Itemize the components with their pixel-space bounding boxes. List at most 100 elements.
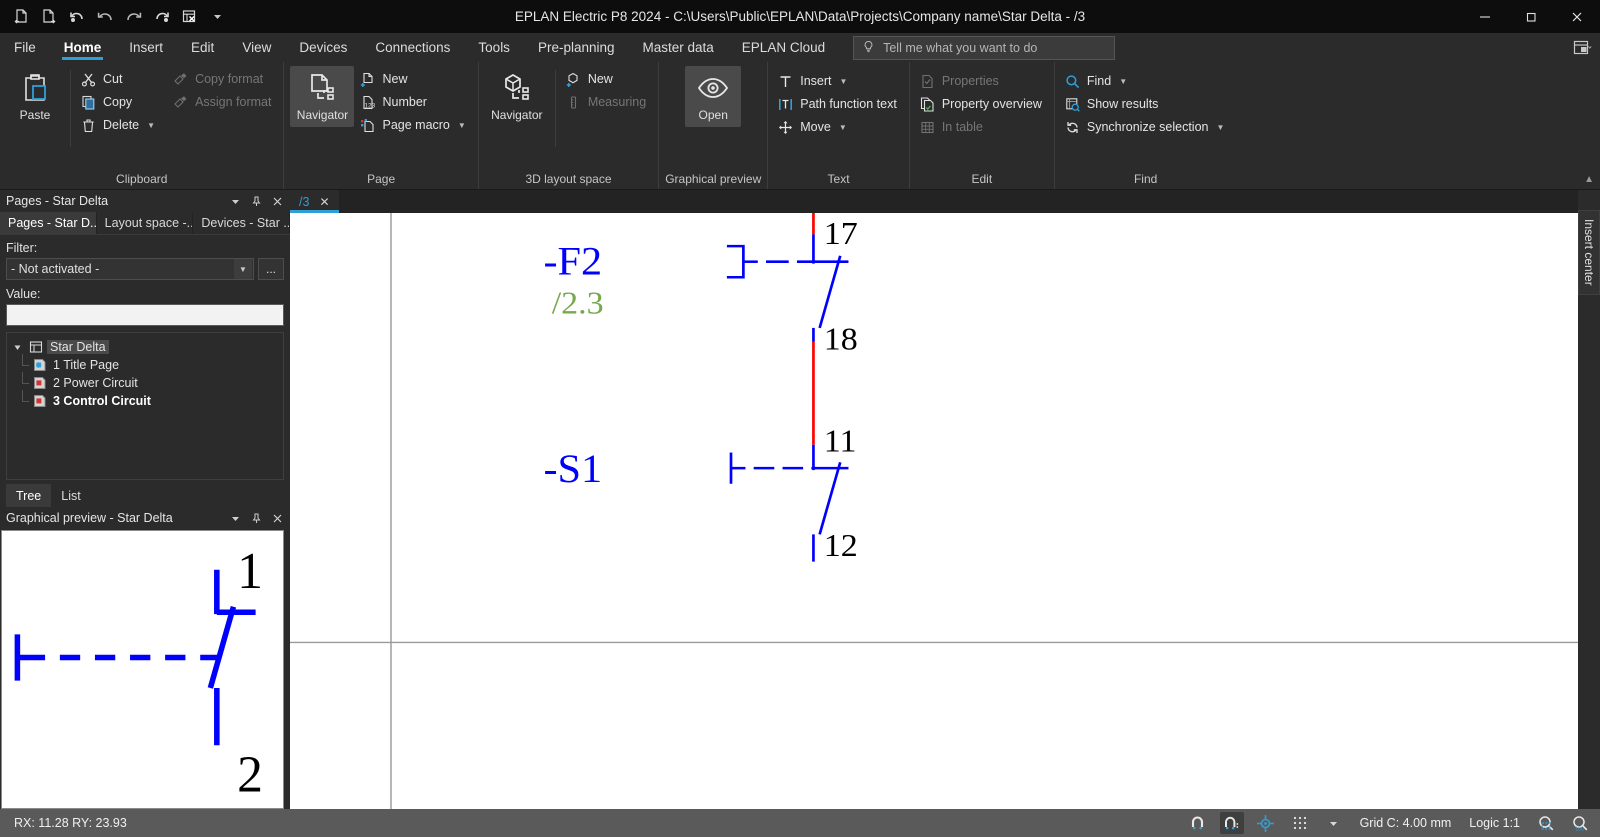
tab-devices[interactable]: Devices - Star ... [193,212,291,234]
menu-item-devices[interactable]: Devices [285,33,361,62]
crosshair-icon[interactable] [1254,812,1278,834]
in-table-button[interactable]: In table [916,116,1048,138]
tab-pages[interactable]: Pages - Star D... [0,212,97,234]
chevron-down-icon[interactable]: ▼ [1119,77,1127,86]
tree-item-control-circuit[interactable]: 3 Control Circuit [10,390,280,410]
page-navigator-button[interactable]: Navigator [290,66,355,127]
qat-chevron-icon[interactable] [204,4,230,30]
redo-list-icon[interactable] [148,4,174,30]
grid-dots-icon[interactable] [1288,812,1312,834]
f2-device-label[interactable]: -F2 [543,238,602,283]
edit-group-label: Edit [971,172,993,186]
filter-more-button[interactable]: ... [258,258,284,280]
menu-item-master-data[interactable]: Master data [629,33,728,62]
search-input[interactable]: Tell me what you want to do [853,35,1116,60]
svg-text:123: 123 [365,102,376,109]
chevron-down-icon[interactable]: ▼ [234,259,252,279]
measuring-button[interactable]: Measuring [562,91,652,113]
new-page-button[interactable]: New [356,68,471,90]
left-dock: Pages - Star Delta Pages - Star D... Lay… [0,190,291,809]
insert-center-tab[interactable]: Insert center [1578,210,1600,295]
open-preview-button[interactable]: Open [685,66,742,127]
property-overview-button[interactable]: Property overview [916,93,1048,115]
open-page-icon[interactable] [36,4,62,30]
menu-item-view[interactable]: View [228,33,285,62]
undo-list-icon[interactable] [92,4,118,30]
pin-icon[interactable] [248,193,265,210]
move-text-button[interactable]: Move ▼ [774,116,903,138]
chevron-down-icon[interactable]: ▼ [458,121,466,130]
menu-item-edit[interactable]: Edit [177,33,228,62]
copy-icon [80,94,97,111]
document-tab[interactable]: /3 ✕ [290,190,339,213]
show-results-button[interactable]: Show results [1061,93,1231,115]
lightbulb-icon [862,40,875,56]
view-tab-list[interactable]: List [51,484,91,507]
zoom-window-icon[interactable] [1534,812,1558,834]
menu-item-home[interactable]: Home [50,33,116,62]
new-layout-button[interactable]: New [562,68,652,90]
schematic-canvas[interactable]: -F2 /2.3 17 18 -S1 11 12 [290,213,1578,809]
minimize-button[interactable] [1462,0,1508,33]
paste-button[interactable]: Paste [6,66,64,127]
tree-item-title-page[interactable]: 1 Title Page [10,354,280,374]
collapse-ribbon-button[interactable]: ▲ [1584,174,1594,185]
chevron-down-icon[interactable]: ▼ [840,77,848,86]
copy-button[interactable]: Copy [77,91,161,113]
tree-item-project[interactable]: Star Delta [10,338,280,356]
filter-select[interactable]: - Not activated - ▼ [6,258,254,280]
value-input[interactable] [6,304,284,326]
close-icon[interactable] [269,510,286,527]
s1-device-label[interactable]: -S1 [543,446,602,491]
table-close-icon[interactable] [176,4,202,30]
menu-item-tools[interactable]: Tools [464,33,524,62]
pages-panel-tabs: Pages - Star D... Layout space -... Devi… [0,212,291,235]
find-button[interactable]: Find ▼ [1061,70,1231,92]
undo-icon[interactable] [64,4,90,30]
menu-item-eplan-cloud[interactable]: EPLAN Cloud [728,33,839,62]
pin-icon[interactable] [248,510,265,527]
copy-format-button[interactable]: Copy format [169,68,277,90]
menu-item-connections[interactable]: Connections [361,33,464,62]
filter-value: - Not activated - [11,262,100,276]
assign-format-button[interactable]: Assign format [169,91,277,113]
path-function-text-button[interactable]: Path function text [774,93,903,115]
zoom-100-icon[interactable]: 100 [1568,812,1592,834]
close-icon[interactable] [269,193,286,210]
tree-item-power-circuit[interactable]: 2 Power Circuit [10,372,280,392]
properties-icon [919,73,936,90]
menu-item-pre-planning[interactable]: Pre-planning [524,33,629,62]
snap-magnet-icon[interactable] [1186,812,1210,834]
expand-arrow-icon[interactable] [10,343,24,352]
insert-text-button[interactable]: Insert ▼ [774,70,903,92]
delete-icon [80,117,97,134]
view-tab-tree[interactable]: Tree [6,484,52,507]
close-icon[interactable]: ✕ [319,195,329,209]
synchronize-selection-button[interactable]: Synchronize selection ▼ [1061,116,1231,138]
page-macro-button[interactable]: Page macro ▼ [356,114,471,136]
redo-icon[interactable] [120,4,146,30]
preview-canvas[interactable]: 1 2 [1,530,284,809]
new-page-icon[interactable] [8,4,34,30]
path-function-text-label: Path function text [800,97,897,111]
panel-menu-chevron-icon[interactable] [227,510,244,527]
grid-chevron-icon[interactable] [1322,812,1346,834]
close-button[interactable] [1554,0,1600,33]
delete-button[interactable]: Delete ▼ [77,114,161,136]
number-button[interactable]: 123 Number [356,91,471,113]
menu-item-file[interactable]: File [0,33,50,62]
maximize-button[interactable] [1508,0,1554,33]
menu-item-insert[interactable]: Insert [115,33,177,62]
layout-navigator-button[interactable]: Navigator [485,66,549,127]
tab-layout-space[interactable]: Layout space -... [96,212,194,234]
ribbon-display-options[interactable] [1572,33,1600,62]
properties-button[interactable]: Properties [916,70,1048,92]
cut-button[interactable]: Cut [77,68,161,90]
chevron-down-icon[interactable]: ▼ [839,123,847,132]
chevron-down-icon[interactable]: ▼ [1216,123,1224,132]
snap-magnet-grid-icon[interactable] [1219,812,1244,834]
chevron-down-icon[interactable]: ▼ [147,121,155,130]
f2-cross-reference[interactable]: /2.3 [552,286,604,321]
panel-menu-chevron-icon[interactable] [227,193,244,210]
preview-symbol: 1 2 [14,543,263,803]
